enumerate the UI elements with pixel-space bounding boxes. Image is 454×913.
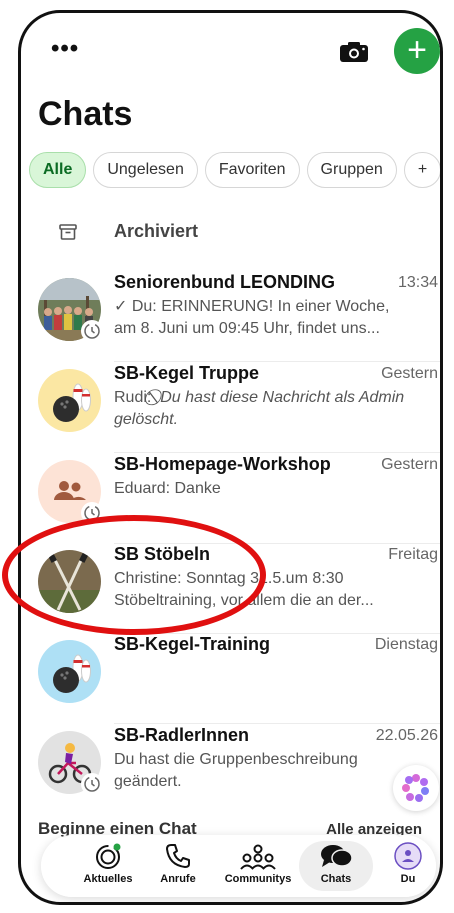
chat-row-homepage-workshop[interactable]: SB-Homepage-Workshop Gestern Eduard: Dan… [21,454,440,544]
bowling-avatar [38,369,101,432]
bottom-tab-bar: Aktuelles Anrufe Communitys Chats Du [41,835,436,897]
disappearing-timer-icon [81,502,103,524]
chat-name: SB-RadlerInnen [114,725,250,745]
chat-preview: ✓ Du: ERINNERUNG! In einer Woche, am 8. … [114,296,414,340]
bowling-icon [53,383,91,422]
filter-unread-chip[interactable]: Ungelesen [93,152,198,188]
meta-ai-button[interactable] [393,765,439,811]
chat-name: Seniorenbund LEONDING [114,272,336,292]
tab-you[interactable]: Du [371,841,440,885]
bowling-icon [53,654,91,693]
poles-photo-avatar [38,550,101,613]
disappearing-timer-icon [81,320,103,342]
tab-label: Communitys [224,873,292,885]
archived-label: Archiviert [114,221,199,241]
menu-dots-button[interactable]: ••• [51,35,79,63]
chat-name: SB Stöbeln [114,544,211,564]
chat-message: ⃠ Du hast diese Nachricht als Admin gelö… [114,389,405,428]
filter-groups-chip[interactable]: Gruppen [306,152,397,188]
chat-name: SB-Kegel Truppe [114,363,260,383]
disappearing-timer-icon [81,773,103,795]
tab-communities[interactable]: Communitys [221,841,295,885]
add-filter-chip[interactable]: + [403,152,440,188]
chat-name: SB-Homepage-Workshop [114,454,331,474]
chat-time: Gestern [381,365,438,382]
tab-label: Anrufe [160,873,196,885]
chat-time: 22.05.26 [375,727,438,744]
chat-row-seniorenbund[interactable]: Seniorenbund LEONDING 13:34 ✓ Du: ERINNE… [21,272,440,362]
chat-sender: Rudi: [114,389,156,406]
ai-flower-icon [402,774,429,802]
chat-time: Freitag [388,546,438,563]
tab-label: Du [400,873,416,885]
chat-preview: Rudi: ⃠ Du hast diese Nachricht als Admi… [114,387,414,431]
chat-name: SB-Kegel-Training [114,634,271,654]
chat-time: 13:34 [397,274,438,291]
chat-preview: Christine: Sonntag 31.5.um 8:30 Stöbeltr… [114,568,414,612]
filter-chips: Alle Ungelesen Favoriten Gruppen + [29,152,440,188]
row-divider [114,361,440,362]
profile-icon [394,842,422,870]
chat-sender: ✓ Du: [114,298,162,315]
row-divider [114,723,440,724]
row-divider [114,452,440,453]
filter-all-chip[interactable]: Alle [29,152,87,188]
chat-preview: Du hast die Gruppenbeschreibung geändert… [114,749,389,793]
chat-row-stoebeln[interactable]: SB Stöbeln Freitag Christine: Sonntag 31… [21,544,440,634]
tab-chats[interactable]: Chats [299,841,373,891]
tab-calls[interactable]: Anrufe [141,841,215,885]
bowling-avatar [38,640,101,703]
page-title: Chats [38,95,133,133]
chat-message: Du hast die Gruppenbeschreibung geändert… [114,751,358,790]
chat-bubbles-icon [321,845,353,867]
chat-message: Danke [174,480,221,497]
chat-row-kegel-training[interactable]: SB-Kegel-Training Dienstag [21,634,440,724]
chat-sender: Eduard: [114,480,175,497]
phone-icon [166,844,190,868]
new-chat-button[interactable]: + [394,28,440,74]
chat-time: Gestern [381,456,438,473]
chat-time: Dienstag [374,636,438,653]
archived-row[interactable]: Archiviert [21,213,440,253]
communities-icon [240,844,276,870]
status-icon [96,843,121,869]
filter-favorites-chip[interactable]: Favoriten [204,152,300,188]
tab-updates[interactable]: Aktuelles [71,841,145,885]
archive-icon [59,224,77,240]
phone-frame: ••• + Chats Alle Ungelesen Favoriten Gruppe… [18,10,443,905]
tab-label: Aktuelles [83,873,133,885]
chat-sender: Christine: [114,570,187,587]
chat-row-radlerinnen[interactable]: SB-RadlerInnen 22.05.26 Du hast die Grup… [21,725,440,815]
camera-icon[interactable] [339,41,369,63]
chat-preview: Eduard: Danke [114,478,414,500]
top-bar: ••• + [21,13,440,93]
chat-row-kegel-truppe[interactable]: SB-Kegel Truppe Gestern Rudi: ⃠ Du hast … [21,363,440,453]
tab-label: Chats [320,873,352,885]
